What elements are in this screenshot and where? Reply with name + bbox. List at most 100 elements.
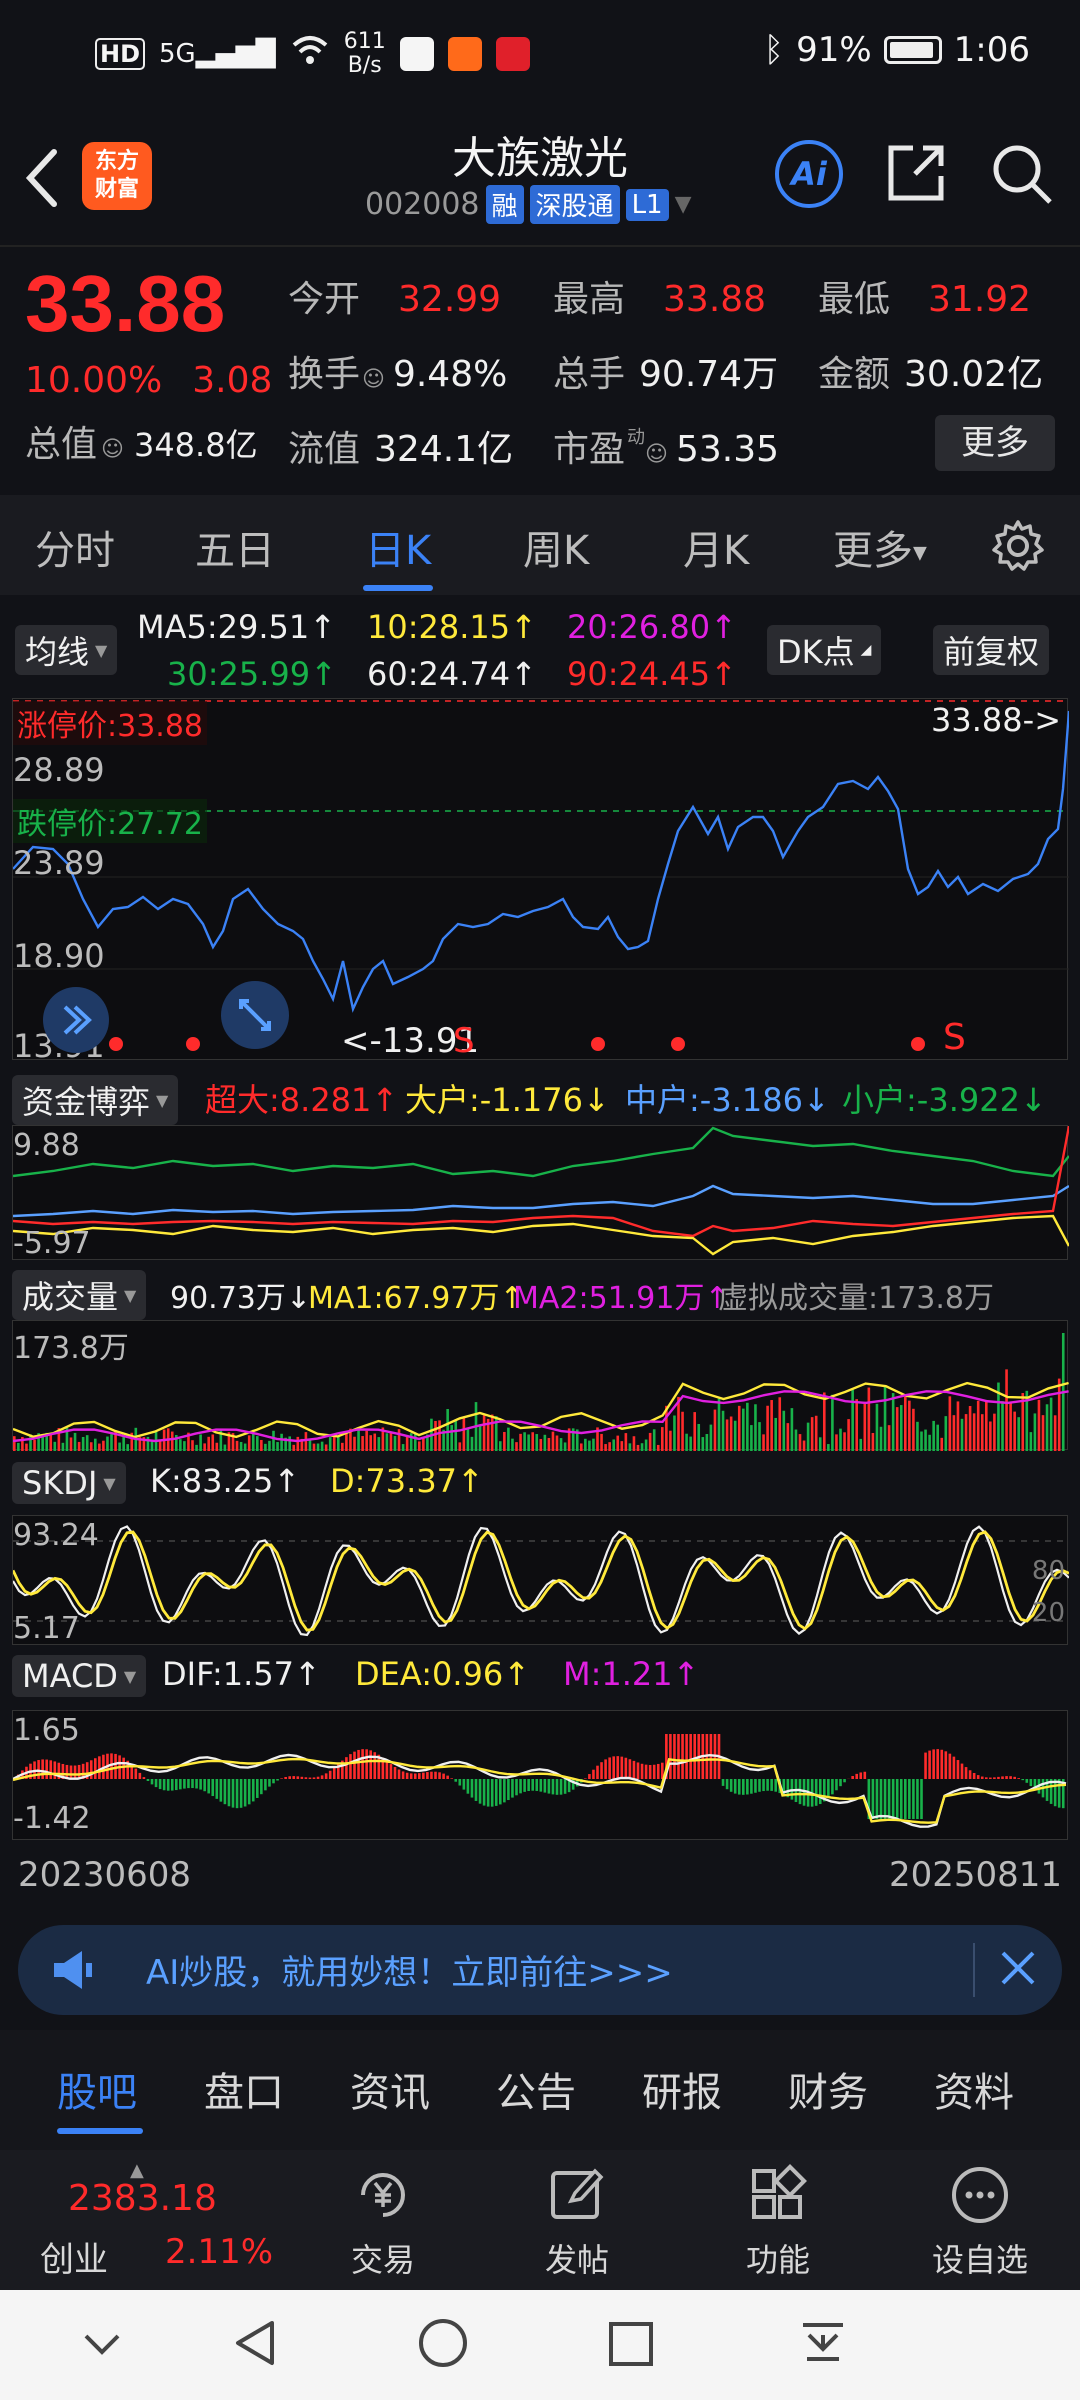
settings-gear-icon[interactable]	[990, 518, 1046, 578]
quote-row-amount: 金额 30.02亿	[818, 345, 1043, 397]
tab-pankou[interactable]: 盘口	[204, 2060, 284, 2118]
volume-bar	[883, 1385, 887, 1451]
macd-histogram-bar	[814, 1779, 818, 1806]
volume-bar	[818, 1437, 822, 1451]
volume-bar	[697, 1424, 701, 1451]
index-percent[interactable]: 2.11%	[165, 2232, 273, 2272]
macd-selector[interactable]: MACD ▼	[12, 1655, 147, 1697]
volume-bar	[377, 1437, 381, 1451]
tab-profile[interactable]: 资料	[934, 2060, 1014, 2118]
macd-histogram-bar	[956, 1760, 960, 1779]
macd-chart[interactable]: 1.65 -1.42	[12, 1710, 1068, 1840]
macd-histogram-bar	[203, 1779, 206, 1792]
tag-level1: L1	[625, 188, 669, 221]
macd-histogram-bar	[369, 1750, 372, 1779]
nav-home-icon[interactable]	[415, 2315, 471, 2375]
kline-chart[interactable]: 涨停价:33.88 跌停价:27.72 28.89 23.89 18.90 13…	[12, 698, 1069, 1065]
virtual-volume: 虚拟成交量:173.8万	[718, 1281, 994, 1316]
tab-intraday[interactable]: 分时	[35, 518, 115, 576]
macd-histogram-bar	[997, 1776, 1000, 1779]
search-icon[interactable]	[990, 142, 1054, 210]
grid-apps-icon	[752, 2164, 807, 2219]
post-button[interactable]: 发帖	[532, 2163, 622, 2281]
share-icon[interactable]	[885, 142, 947, 208]
info-icon[interactable]: ☺	[362, 367, 385, 392]
capital-flow-chart[interactable]: 9.88 -5.97	[12, 1125, 1069, 1261]
nav-recents-icon[interactable]	[605, 2318, 657, 2374]
ma90-value: 90:24.45↑	[567, 655, 737, 693]
stock-subline[interactable]: 002008 融 深股通 L1 ▼	[365, 185, 692, 224]
index-value[interactable]: 2383.18	[68, 2178, 217, 2219]
skdj-selector[interactable]: SKDJ ▼	[12, 1462, 126, 1504]
volume-bar	[543, 1434, 547, 1451]
market-cap-label: 总值	[25, 424, 98, 465]
macd-histogram-bar	[871, 1779, 875, 1819]
volume-bar	[470, 1436, 474, 1451]
macd-histogram-bar	[669, 1734, 672, 1779]
ai-button[interactable]: Ai	[775, 140, 843, 208]
tab-more[interactable]: 更多▼	[833, 518, 927, 576]
dropdown-triangle-icon: ▼	[123, 1666, 137, 1686]
capital-flow-selector[interactable]: 资金博弈 ▼	[12, 1075, 179, 1125]
volume-bar	[823, 1392, 826, 1451]
volume-bar	[580, 1443, 583, 1451]
ma-selector[interactable]: 均线 ▼	[15, 625, 118, 675]
fullscreen-icon[interactable]	[221, 981, 289, 1049]
volume-bar	[766, 1405, 769, 1451]
dk-point-button[interactable]: DK点 ◢	[767, 625, 882, 675]
tab-weekly-k[interactable]: 周K	[523, 518, 589, 576]
volume-bar	[559, 1438, 563, 1451]
macd-histogram-bar	[179, 1779, 182, 1790]
info-icon[interactable]: ☺	[645, 442, 668, 467]
macd-histogram-bar	[936, 1749, 939, 1779]
volume-bar	[895, 1407, 899, 1451]
post-label: 发帖	[544, 2241, 609, 2279]
volume-bar	[422, 1438, 425, 1451]
info-icon[interactable]: ☺	[101, 437, 124, 462]
nav-notification-pull-icon[interactable]	[795, 2315, 851, 2375]
macd-histogram-bar	[960, 1763, 964, 1779]
volume-bar	[373, 1433, 377, 1451]
tab-news[interactable]: 资讯	[350, 2060, 430, 2118]
volume-ma1: MA1:67.97万↑	[308, 1281, 525, 1316]
trade-button[interactable]: 交易	[338, 2163, 428, 2281]
volume-bar	[656, 1444, 660, 1451]
volume-selector[interactable]: 成交量 ▼	[12, 1270, 147, 1320]
macd-histogram-bar	[636, 1762, 640, 1779]
macd-histogram-bar	[446, 1775, 449, 1779]
tab-daily-k[interactable]: 日K	[365, 518, 431, 576]
volume-bar	[985, 1400, 988, 1451]
megaphone-icon	[48, 1945, 98, 1999]
volume-bar	[499, 1441, 502, 1451]
tab-finance[interactable]: 财务	[788, 2060, 868, 2118]
macd-dif: DIF:1.57↑	[162, 1655, 321, 1693]
tab-research[interactable]: 研报	[642, 2060, 722, 2118]
system-nav-bar	[0, 2290, 1080, 2400]
volume-chart[interactable]: 173.8万	[12, 1320, 1069, 1451]
tab-monthly-k[interactable]: 月K	[683, 518, 749, 576]
expand-sidebar-icon[interactable]	[43, 987, 109, 1053]
adjust-button[interactable]: 前复权	[933, 625, 1050, 675]
macd-histogram-bar	[243, 1779, 247, 1807]
hide-keyboard-icon[interactable]	[78, 2320, 126, 2372]
tab-guba[interactable]: 股吧	[57, 2060, 137, 2118]
functions-button[interactable]: 功能	[733, 2163, 823, 2281]
add-watchlist-button[interactable]: 设自选	[922, 2163, 1038, 2281]
nav-back-icon[interactable]	[228, 2315, 284, 2375]
macd-histogram-bar	[235, 1779, 239, 1809]
volume-bar	[490, 1414, 494, 1451]
close-icon[interactable]	[993, 1943, 1043, 1997]
skdj-chart[interactable]: 93.24 5.17 80 20	[12, 1515, 1069, 1646]
volume-bar	[604, 1444, 607, 1451]
volume-bar	[203, 1443, 206, 1451]
change-amount: 3.08	[192, 360, 273, 401]
more-quote-button[interactable]: 更多	[935, 415, 1055, 471]
volume-y-top: 173.8万	[13, 1331, 129, 1366]
index-name[interactable]: 创业	[40, 2232, 108, 2281]
volume-bar	[454, 1419, 458, 1451]
tab-five-day[interactable]: 五日	[195, 518, 275, 576]
macd-histogram-bar	[175, 1779, 178, 1791]
tab-announcement[interactable]: 公告	[496, 2060, 576, 2118]
dropdown-triangle-icon: ▼	[913, 542, 927, 564]
ai-promo-banner[interactable]: AI炒股，就用妙想！立即前往>>>	[18, 1925, 1062, 2015]
